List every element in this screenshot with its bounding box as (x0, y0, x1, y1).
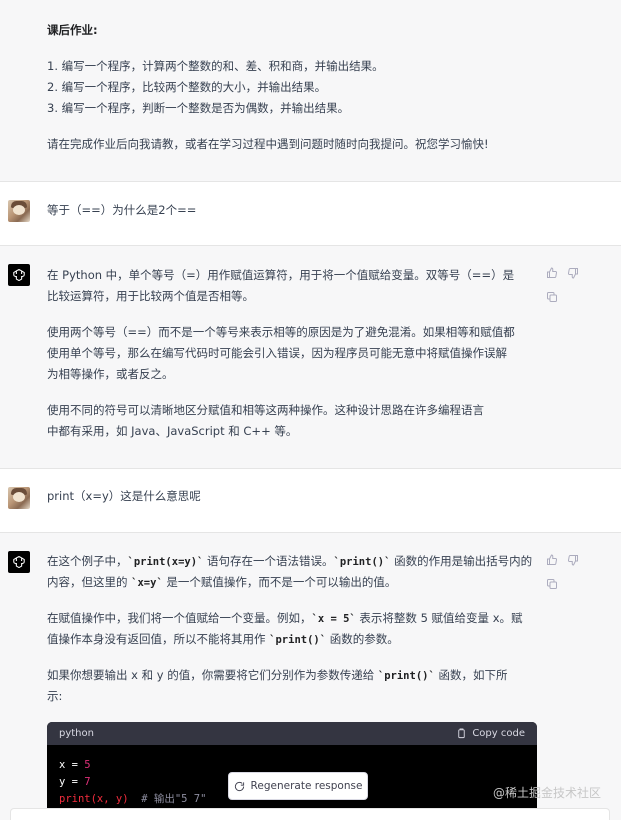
regenerate-label: Regenerate response (250, 780, 363, 792)
thumbs-up-icon[interactable] (546, 267, 558, 279)
copy-icon[interactable] (546, 291, 558, 303)
clipboard-icon (458, 728, 466, 739)
chat-input-edge[interactable] (10, 808, 610, 820)
answer-2-line: 内容，但这里的 `x=y` 是一个赋值操作，而不是一个可以输出的值。 (47, 575, 397, 589)
answer-2-line: 示: (47, 689, 63, 703)
inline-code: `print()` (333, 556, 391, 568)
watermark: @稀土掘金技术社区 (492, 786, 601, 800)
answer-1-line: 为相等操作，或者反之。 (47, 367, 174, 381)
answer-2-line: 如果你想要输出 x 和 y 的值，你需要将它们分别作为参数传递给 `print(… (47, 668, 508, 682)
answer-1-line: 在 Python 中，单个等号（=）用作赋值运算符，用于将一个值赋给变量。双等号… (47, 268, 515, 282)
homework-title: 课后作业: (47, 23, 98, 37)
answer-2-line: 在赋值操作中，我们将一个值赋给一个变量。例如，`x = 5` 表示将整数 5 赋… (47, 611, 523, 625)
thumbs-down-icon[interactable] (567, 554, 579, 566)
openai-logo-icon (8, 264, 30, 286)
user-message-2: print（x=y）这是什么意思呢 (0, 469, 621, 533)
inline-code: `x = 5` (311, 613, 356, 625)
inline-code: `x=y` (131, 577, 163, 589)
inline-code: `print()` (269, 634, 327, 646)
copy-code-button[interactable]: Copy code (456, 728, 525, 739)
regenerate-response-button[interactable]: Regenerate response (228, 772, 368, 800)
homework-closing: 请在完成作业后向我请教，或者在学习过程中遇到问题时随时向我提问。祝您学习愉快! (47, 137, 489, 151)
thumbs-up-icon[interactable] (546, 554, 558, 566)
answer-1-line: 使用单个等号，那么在编写代码时可能会引入错误，因为程序员可能无意中将赋值操作误解 (47, 346, 507, 360)
homework-item-2: 2. 编写一个程序，比较两个整数的大小，并输出结果。 (47, 80, 327, 94)
user-message-1: 等于（==）为什么是2个== (0, 182, 621, 246)
assistant-message-1: 在 Python 中，单个等号（=）用作赋值运算符，用于将一个值赋给变量。双等号… (0, 246, 621, 469)
inline-code: `print(x=y)` (127, 556, 204, 568)
homework-item-3: 3. 编写一个程序，判断一个整数是否为偶数，并输出结果。 (47, 101, 350, 115)
answer-1-line: 使用两个等号（==）而不是一个等号来表示相等的原因是为了避免混淆。如果相等和赋值… (47, 325, 515, 339)
thumbs-down-icon[interactable] (567, 267, 579, 279)
answer-2-line: 值操作本身没有返回值，所以不能将其用作 `print()` 函数的参数。 (47, 632, 399, 646)
user-message-text: print（x=y）这是什么意思呢 (47, 489, 201, 503)
openai-logo-icon (8, 551, 30, 573)
user-avatar (8, 200, 30, 222)
answer-1-line: 使用不同的符号可以清晰地区分赋值和相等这两种操作。这种设计思路在许多编程语言 (47, 403, 484, 417)
code-block: python Copy code x = 5 y = 7 print(x, y)… (47, 722, 537, 820)
answer-1-line: 比较运算符，用于比较两个值是否相等。 (47, 289, 254, 303)
code-block-header: python Copy code (47, 722, 537, 745)
assistant-message-homework: 课后作业: 1. 编写一个程序，计算两个整数的和、差、积和商，并输出结果。 2.… (0, 0, 621, 182)
refresh-icon (234, 781, 244, 791)
user-avatar (8, 487, 30, 509)
user-message-text: 等于（==）为什么是2个== (47, 203, 197, 217)
copy-code-label: Copy code (472, 728, 525, 739)
code-language-label: python (59, 728, 94, 739)
answer-1-line: 中都有采用，如 Java、JavaScript 和 C++ 等。 (47, 424, 298, 438)
copy-icon[interactable] (546, 578, 558, 590)
answer-2-line: 在这个例子中，`print(x=y)` 语句存在一个语法错误。`print()`… (47, 554, 533, 568)
homework-item-1: 1. 编写一个程序，计算两个整数的和、差、积和商，并输出结果。 (47, 59, 384, 73)
inline-code: `print()` (377, 670, 435, 682)
